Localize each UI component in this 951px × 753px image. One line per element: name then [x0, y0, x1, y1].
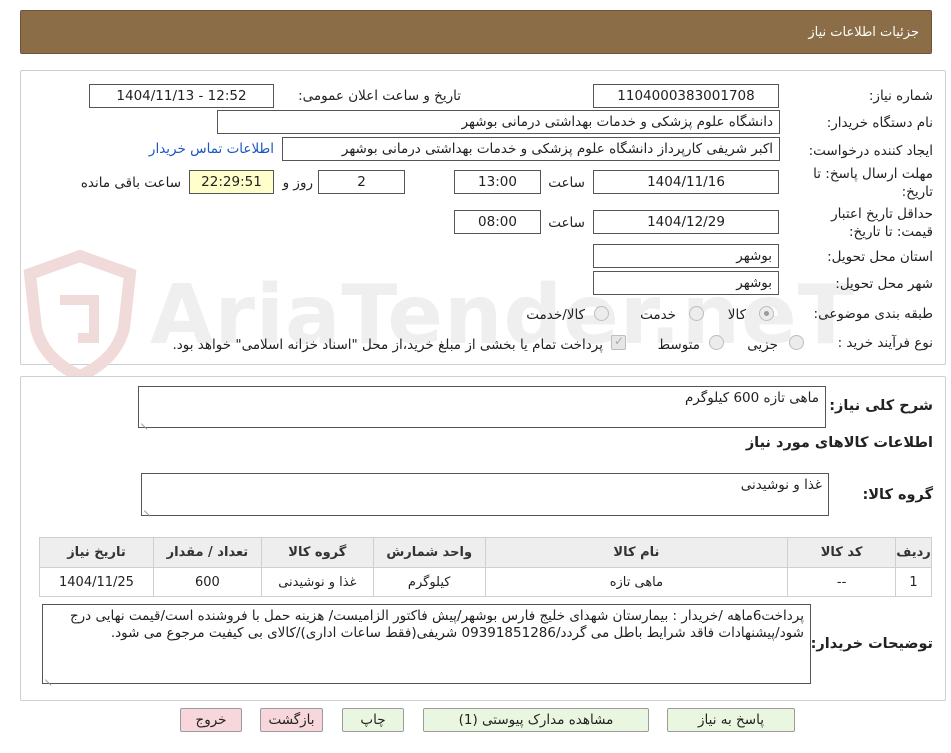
cell-name: ماهی تازه — [484, 567, 789, 597]
validity-time-label: ساعت — [548, 215, 585, 231]
col-header-qty: تعداد / مقدار — [152, 537, 262, 568]
summary-label: شرح کلی نیاز: — [829, 398, 933, 414]
process-radio-medium[interactable] — [709, 335, 724, 350]
deadline-days-label: روز و — [282, 175, 313, 191]
treasury-note: پرداخت تمام یا بخشی از مبلغ خرید،از محل … — [172, 337, 603, 353]
buyer-notes-text: پرداخت6ماهه /خریدار : بیمارستان شهدای خل… — [69, 608, 804, 641]
buyer-field: دانشگاه علوم پزشکی و خدمات بهداشتی درمان… — [217, 110, 780, 134]
exit-button[interactable]: خروج — [180, 708, 242, 732]
goods-group-label: گروه کالا: — [862, 487, 933, 503]
cell-group: غذا و نوشیدنی — [260, 567, 374, 597]
category-option-service: خدمت — [640, 307, 676, 323]
page-title: جزئیات اطلاعات نیاز — [808, 25, 919, 40]
goods-group-field: غذا و نوشیدنی — [141, 473, 829, 516]
goods-table-header: ردیف کد کالا نام کالا واحد شمارش گروه کا… — [39, 537, 932, 568]
col-header-group: گروه کالا — [260, 537, 374, 568]
category-radio-goods[interactable] — [759, 306, 774, 321]
deadline-time-field: 13:00 — [454, 170, 541, 194]
category-radio-service[interactable] — [689, 306, 704, 321]
summary-resize-handle[interactable] — [141, 416, 149, 424]
buyer-contact-link[interactable]: اطلاعات تماس خریدار — [149, 141, 274, 157]
category-radio-goods-service[interactable] — [594, 306, 609, 321]
cell-qty: 600 — [152, 567, 262, 597]
validity-time-field: 08:00 — [454, 210, 541, 234]
summary-field: ماهی تازه 600 کیلوگرم — [138, 386, 826, 428]
deadline-date-field: 1404/11/16 — [593, 170, 779, 194]
creator-label: ایجاد کننده درخواست: — [808, 143, 933, 159]
validity-label-line2: قیمت: تا تاریخ: — [849, 224, 933, 240]
table-row: 1 -- ماهی تازه کیلوگرم غذا و نوشیدنی 600… — [39, 567, 932, 597]
back-button[interactable]: بازگشت — [260, 708, 323, 732]
cell-date: 1404/11/25 — [39, 567, 154, 597]
attachments-button[interactable]: مشاهده مدارک پیوستی (1) — [423, 708, 649, 732]
reply-button[interactable]: پاسخ به نیاز — [667, 708, 795, 732]
city-field: بوشهر — [593, 271, 779, 295]
category-option-goods: کالا — [727, 307, 746, 323]
deadline-label-line1: مهلت ارسال پاسخ: تا — [813, 166, 933, 182]
cell-unit: کیلوگرم — [372, 567, 486, 597]
announce-field: 1404/11/13 - 12:52 — [89, 84, 274, 108]
deadline-days-field: 2 — [318, 170, 405, 194]
deadline-time-label: ساعت — [548, 175, 585, 191]
buyer-notes-field: پرداخت6ماهه /خریدار : بیمارستان شهدای خل… — [42, 604, 811, 684]
need-number-label: شماره نیاز: — [868, 88, 933, 104]
deadline-label-line2: تاریخ: — [901, 184, 933, 200]
treasury-checkbox[interactable] — [611, 334, 626, 350]
process-option-medium: متوسط — [657, 337, 700, 353]
creator-field: اکبر شریفی کارپرداز دانشگاه علوم پزشکی و… — [282, 137, 780, 161]
print-button[interactable]: چاپ — [342, 708, 404, 732]
validity-label-line1: حداقل تاریخ اعتبار — [831, 206, 933, 222]
process-option-minor: جزیی — [747, 337, 778, 353]
summary-text: ماهی تازه 600 کیلوگرم — [684, 390, 819, 406]
need-number-field: 1104000383001708 — [593, 84, 779, 108]
process-radio-minor[interactable] — [789, 335, 804, 350]
col-header-row: ردیف — [895, 537, 932, 568]
process-label: نوع فرآیند خرید : — [837, 335, 933, 351]
col-header-code: کد کالا — [787, 537, 897, 568]
cell-code: -- — [787, 567, 897, 597]
col-header-date: تاریخ نیاز — [39, 537, 154, 568]
buyer-notes-resize-handle[interactable] — [45, 672, 53, 680]
province-field: بوشهر — [593, 244, 779, 268]
province-label: استان محل تحویل: — [827, 249, 933, 265]
category-option-goods-service: کالا/خدمت — [526, 307, 585, 323]
buyer-notes-label: توضیحات خریدار: — [810, 636, 933, 652]
col-header-name: نام کالا — [484, 537, 789, 568]
remaining-time-field: 22:29:51 — [189, 170, 274, 194]
goods-group-text: غذا و نوشیدنی — [740, 477, 822, 493]
remaining-time-label: ساعت باقی مانده — [80, 175, 181, 191]
city-label: شهر محل تحویل: — [835, 276, 933, 292]
buyer-label: نام دستگاه خریدار: — [826, 115, 933, 131]
goods-table: ردیف کد کالا نام کالا واحد شمارش گروه کا… — [39, 537, 932, 597]
watermark-shield-icon — [23, 250, 137, 380]
goods-group-resize-handle[interactable] — [144, 503, 152, 511]
category-label: طبقه بندی موضوعی: — [813, 306, 933, 322]
goods-section-title: اطلاعات کالاهای مورد نیاز — [745, 435, 933, 451]
col-header-unit: واحد شمارش — [372, 537, 486, 568]
cell-row: 1 — [895, 567, 932, 597]
announce-label: تاریخ و ساعت اعلان عمومی: — [298, 88, 461, 104]
page-header: جزئیات اطلاعات نیاز — [20, 10, 932, 54]
validity-date-field: 1404/12/29 — [593, 210, 779, 234]
